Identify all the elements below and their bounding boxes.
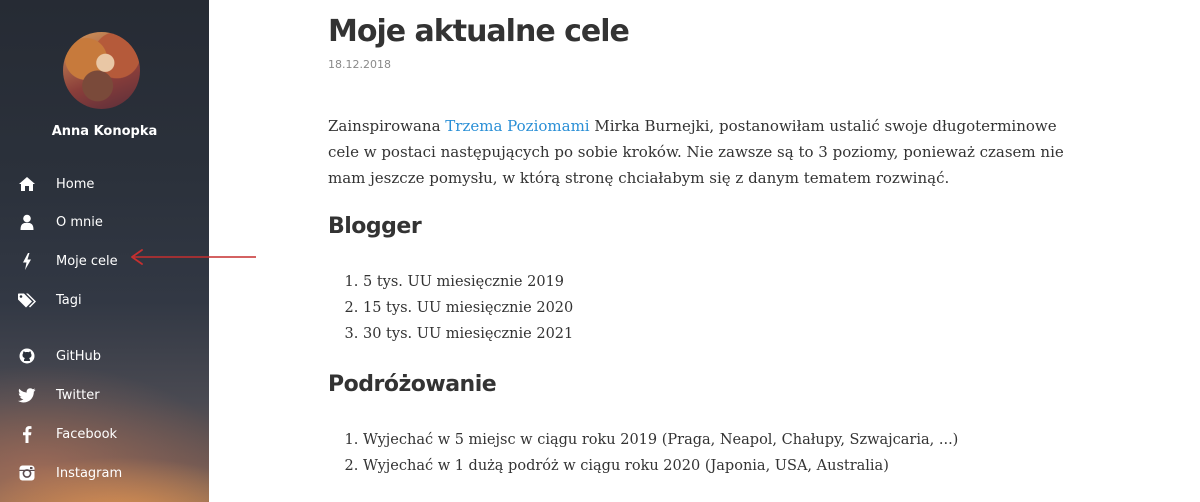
- post-date: 18.12.2018: [328, 58, 391, 71]
- social-link-facebook[interactable]: Facebook: [0, 419, 209, 449]
- list-item: Wyjechać w 5 miejsc w ciągu roku 2019 (P…: [363, 427, 958, 453]
- list-item: 30 tys. UU miesięcznie 2021: [363, 321, 573, 347]
- goal-list-blogger: 5 tys. UU miesięcznie 2019 15 tys. UU mi…: [328, 269, 573, 347]
- social-link-twitter[interactable]: Twitter: [0, 380, 209, 410]
- nav-label: Tagi: [56, 292, 82, 308]
- bolt-icon: [17, 251, 37, 271]
- github-icon: [17, 346, 37, 366]
- nav-item-home[interactable]: Home: [0, 169, 209, 199]
- list-item: 5 tys. UU miesięcznie 2019: [363, 269, 573, 295]
- nav-item-tagi[interactable]: Tagi: [0, 285, 209, 315]
- goal-list-podrozowanie: Wyjechać w 5 miejsc w ciągu roku 2019 (P…: [328, 427, 958, 479]
- social-link-github[interactable]: GitHub: [0, 341, 209, 371]
- list-item: Wyjechać w 1 dużą podróż w ciągu roku 20…: [363, 453, 958, 479]
- user-icon: [17, 212, 37, 232]
- list-item: 15 tys. UU miesięcznie 2020: [363, 295, 573, 321]
- section-heading-blogger: Blogger: [328, 214, 422, 239]
- nav-label: Facebook: [56, 426, 118, 442]
- trzema-poziomami-link[interactable]: Trzema Poziomami: [445, 117, 589, 135]
- nav-label: Home: [56, 176, 95, 192]
- instagram-icon: [17, 463, 37, 483]
- section-heading-podrozowanie: Podróżowanie: [328, 372, 497, 397]
- nav-label: O mnie: [56, 214, 103, 230]
- avatar[interactable]: [63, 32, 140, 109]
- tags-icon: [17, 290, 37, 310]
- nav-item-o-mnie[interactable]: O mnie: [0, 207, 209, 237]
- intro-text: Zainspirowana: [328, 117, 446, 135]
- home-icon: [17, 174, 37, 194]
- annotation-arrow-icon: [131, 249, 256, 265]
- post-title: Moje aktualne cele: [328, 14, 630, 49]
- nav-label: Moje cele: [56, 253, 118, 269]
- facebook-icon: [17, 424, 37, 444]
- author-name[interactable]: Anna Konopka: [0, 124, 209, 139]
- social-link-instagram[interactable]: Instagram: [0, 458, 209, 488]
- nav-label: GitHub: [56, 348, 102, 364]
- twitter-icon: [17, 385, 37, 405]
- post-intro: Zainspirowana Trzema Poziomami Mirka Bur…: [328, 113, 1068, 191]
- nav-label: Instagram: [56, 465, 123, 481]
- nav-label: Twitter: [56, 387, 100, 403]
